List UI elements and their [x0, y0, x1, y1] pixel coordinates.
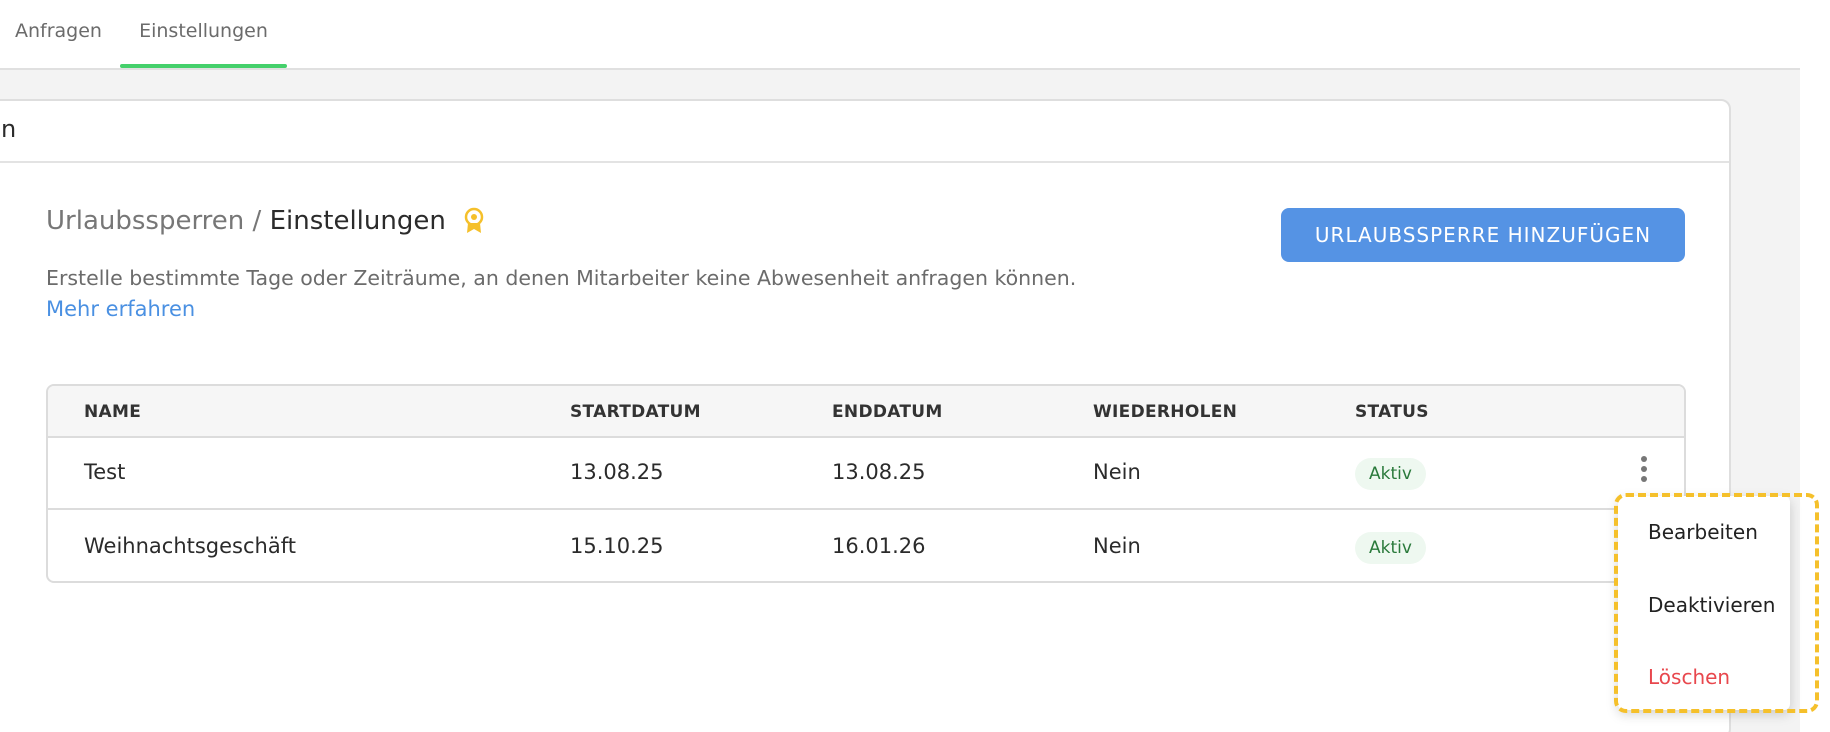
learn-more-link[interactable]: Mehr erfahren [46, 297, 195, 321]
card-header: n [0, 101, 1729, 163]
vacation-blocks-table: NAME STARTDATUM ENDDATUM WIEDERHOLEN STA… [46, 384, 1686, 583]
active-tab-indicator [120, 64, 287, 68]
column-header-repeat: WIEDERHOLEN [1093, 402, 1238, 422]
cell-name: Test [84, 460, 126, 484]
award-ribbon-icon [462, 207, 486, 242]
column-header-end-date: ENDDATUM [832, 402, 943, 422]
cell-start-date: 13.08.25 [570, 460, 664, 484]
cell-start-date: 15.10.25 [570, 534, 664, 558]
right-edge-strip [1800, 0, 1830, 732]
cell-name: Weihnachtsgeschäft [84, 534, 296, 558]
status-badge: Aktiv [1355, 458, 1426, 490]
status-badge: Aktiv [1355, 532, 1426, 564]
menu-item-edit[interactable]: Bearbeiten [1648, 520, 1758, 544]
page-title: Urlaubssperren / Einstellungen [46, 206, 486, 242]
column-header-status: STATUS [1355, 402, 1429, 422]
column-header-name: NAME [84, 402, 142, 422]
column-header-start-date: STARTDATUM [570, 402, 701, 422]
tab-einstellungen[interactable]: Einstellungen [120, 0, 287, 68]
cell-repeat: Nein [1093, 534, 1141, 558]
add-vacation-block-button[interactable]: URLAUBSSPERRE HINZUFÜGEN [1281, 208, 1685, 262]
top-tab-bar: Anfragen Einstellungen [0, 0, 1800, 70]
tab-anfragen[interactable]: Anfragen [15, 0, 102, 68]
table-header: NAME STARTDATUM ENDDATUM WIEDERHOLEN STA… [48, 386, 1684, 438]
table-row: Weihnachtsgeschäft 15.10.25 16.01.26 Nei… [48, 512, 1684, 581]
table-row: Test 13.08.25 13.08.25 Nein Aktiv [48, 438, 1684, 510]
cell-end-date: 16.01.26 [832, 534, 926, 558]
breadcrumb-current: Einstellungen [269, 206, 446, 236]
row-actions-menu-icon[interactable] [1636, 454, 1652, 490]
card-header-title: n [1, 115, 17, 143]
cell-repeat: Nein [1093, 460, 1141, 484]
breadcrumb-parent: Urlaubssperren [46, 206, 245, 236]
menu-item-deactivate[interactable]: Deaktivieren [1648, 593, 1775, 617]
menu-item-delete[interactable]: Löschen [1648, 665, 1730, 689]
section-description: Erstelle bestimmte Tage oder Zeiträume, … [46, 266, 1077, 290]
breadcrumb-separator: / [244, 206, 270, 236]
cell-end-date: 13.08.25 [832, 460, 926, 484]
row-actions-dropdown: Bearbeiten Deaktivieren Löschen [1618, 496, 1790, 710]
